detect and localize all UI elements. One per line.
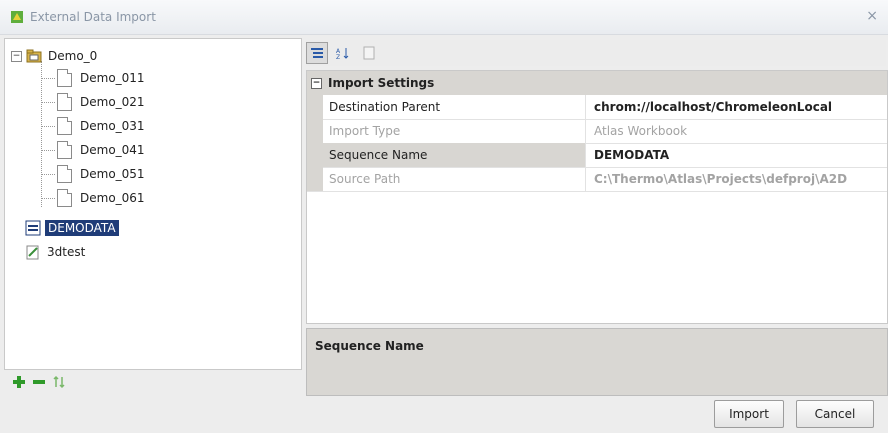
document-icon xyxy=(57,93,72,111)
property-value: Atlas Workbook xyxy=(594,124,688,138)
add-icon[interactable] xyxy=(12,375,26,389)
folder-icon xyxy=(26,49,42,63)
import-button[interactable]: Import xyxy=(714,400,784,428)
svg-text:Z: Z xyxy=(336,54,340,60)
tree-node-label: Demo_0 xyxy=(48,49,98,63)
tree-node-label: Demo_021 xyxy=(80,95,145,109)
row-gutter xyxy=(307,95,323,119)
tree-node-demo-051[interactable]: Demo_051 xyxy=(41,163,145,185)
categorized-icon[interactable] xyxy=(306,42,328,64)
tree-node-label: 3dtest xyxy=(47,245,86,259)
document-icon xyxy=(57,69,72,87)
tree-connector xyxy=(41,198,55,199)
row-gutter xyxy=(307,167,323,191)
property-row-destination-parent[interactable]: Destination Parent chrom://localhost/Chr… xyxy=(307,95,887,120)
tree-node-label: Demo_041 xyxy=(80,143,145,157)
tree-node-demo-011[interactable]: Demo_011 xyxy=(41,67,145,89)
property-row-sequence-name[interactable]: Sequence Name DEMODATA xyxy=(307,143,887,168)
sort-icon[interactable] xyxy=(52,375,66,389)
tree-node-demo-031[interactable]: Demo_031 xyxy=(41,115,145,137)
property-grid: − Import Settings Destination Parent chr… xyxy=(306,70,888,324)
property-name: Destination Parent xyxy=(323,95,586,119)
tree-panel: − Demo_0 Demo_011 Demo_021 Demo_031 Demo… xyxy=(4,38,302,370)
tree-node-label: Demo_031 xyxy=(80,119,145,133)
row-gutter xyxy=(307,119,323,143)
sequence-icon xyxy=(25,220,41,236)
app-icon xyxy=(11,11,23,23)
category-label: Import Settings xyxy=(328,76,435,90)
tree-node-label: Demo_011 xyxy=(80,71,145,85)
cancel-button[interactable]: Cancel xyxy=(796,400,874,428)
property-value: C:\Thermo\Atlas\Projects\defproj\A2D xyxy=(594,172,848,186)
property-pages-icon[interactable] xyxy=(358,42,380,64)
tree-node-demo-021[interactable]: Demo_021 xyxy=(41,91,145,113)
description-title: Sequence Name xyxy=(315,339,424,353)
tree-node-label: Demo_061 xyxy=(80,191,145,205)
workbook-icon xyxy=(26,245,39,260)
property-row-import-type[interactable]: Import Type Atlas Workbook xyxy=(307,119,887,144)
property-value[interactable]: DEMODATA xyxy=(586,143,887,167)
property-grid-toolbar: AZ xyxy=(306,40,886,66)
tree-connector xyxy=(41,150,55,151)
property-name: Import Type xyxy=(323,119,586,143)
tree-connector xyxy=(41,126,55,127)
document-icon xyxy=(57,117,72,135)
close-icon[interactable]: × xyxy=(866,8,878,24)
collapse-icon[interactable]: − xyxy=(11,50,22,62)
document-icon xyxy=(57,141,72,159)
alphabetical-sort-icon[interactable]: AZ xyxy=(332,42,354,64)
window-title: External Data Import xyxy=(30,10,156,24)
row-gutter xyxy=(307,143,323,167)
property-name: Sequence Name xyxy=(323,143,586,167)
title-bar: External Data Import × xyxy=(0,0,888,35)
tree-connector xyxy=(41,78,55,79)
tree-node-demo-041[interactable]: Demo_041 xyxy=(41,139,145,161)
property-name: Source Path xyxy=(323,167,586,191)
property-row-source-path[interactable]: Source Path C:\Thermo\Atlas\Projects\def… xyxy=(307,167,887,192)
tree-node-label: DEMODATA xyxy=(45,220,119,236)
tree-connector xyxy=(41,102,55,103)
tree-toolbar xyxy=(4,370,308,394)
tree-connector xyxy=(41,174,55,175)
tree-node-demodata[interactable]: DEMODATA xyxy=(25,217,119,239)
property-description-panel: Sequence Name xyxy=(306,328,888,396)
category-import-settings[interactable]: − Import Settings xyxy=(307,71,887,95)
remove-icon[interactable] xyxy=(32,375,46,389)
document-icon xyxy=(57,189,72,207)
collapse-icon[interactable]: − xyxy=(311,77,322,89)
tree-node-demo-0[interactable]: − Demo_0 xyxy=(11,45,97,67)
tree-node-demo-061[interactable]: Demo_061 xyxy=(41,187,145,209)
tree-node-3dtest[interactable]: 3dtest xyxy=(25,241,85,263)
tree-node-label: Demo_051 xyxy=(80,167,145,181)
external-data-import-dialog: External Data Import × − Demo_0 Demo_011… xyxy=(0,0,888,433)
document-icon xyxy=(57,165,72,183)
property-value[interactable]: chrom://localhost/ChromeleonLocal xyxy=(586,95,887,119)
